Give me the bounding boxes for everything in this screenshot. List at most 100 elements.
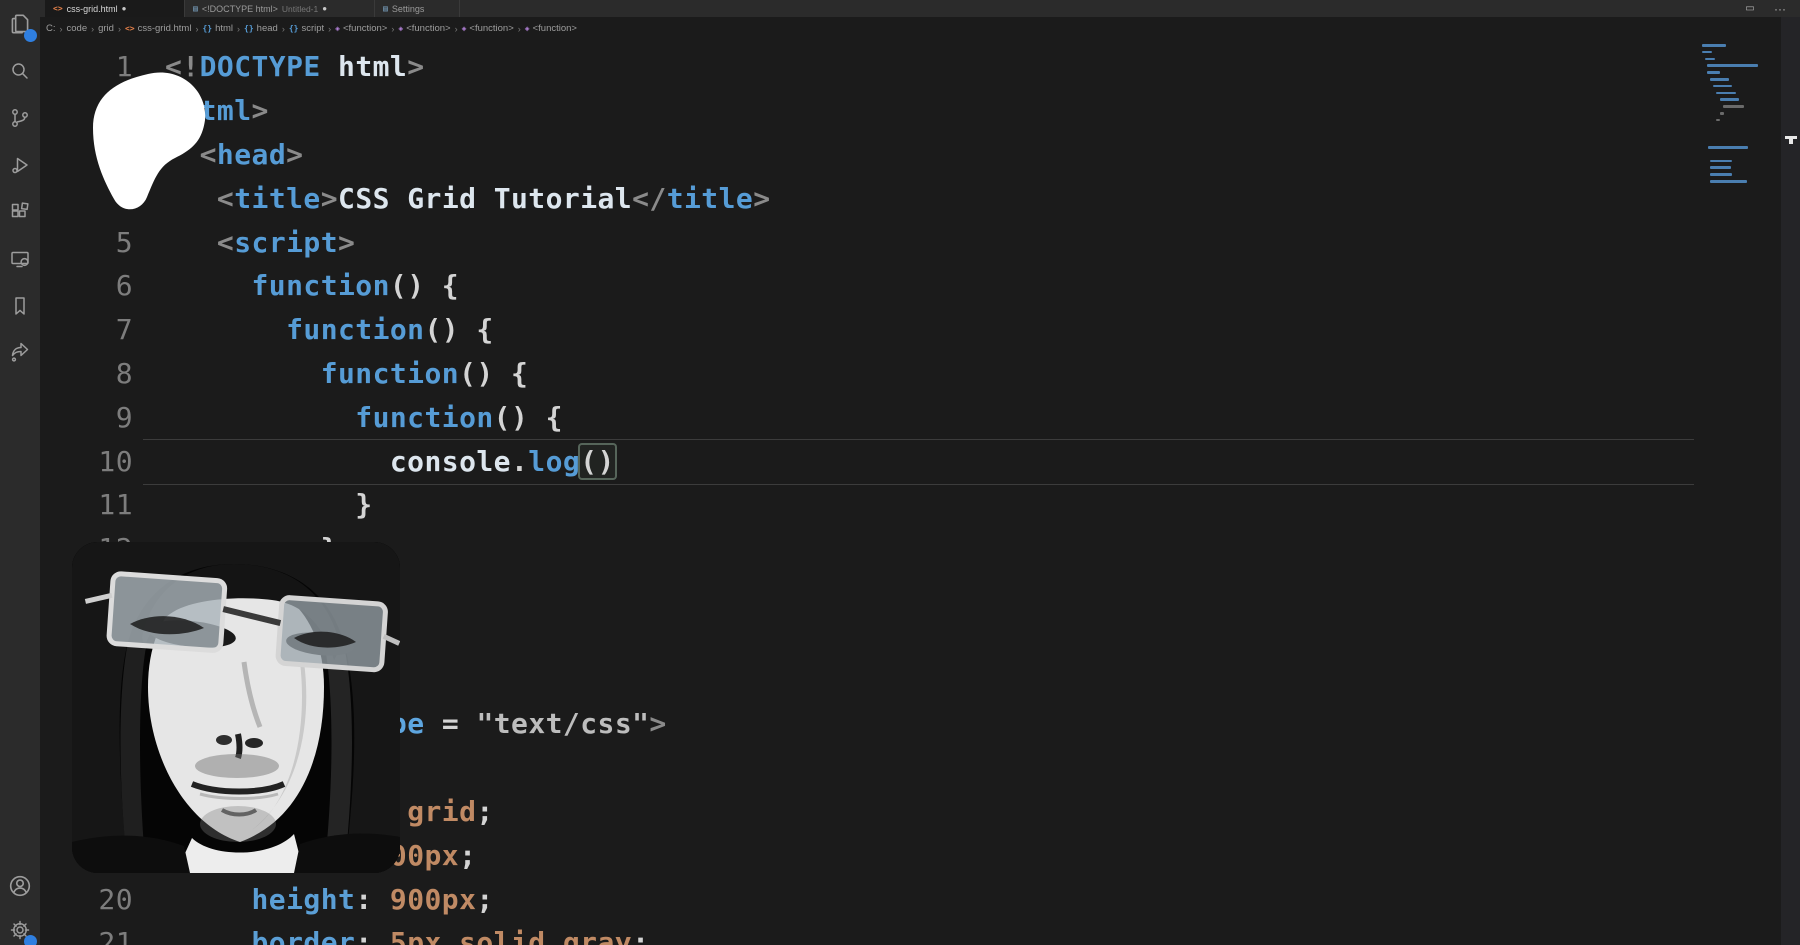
breadcrumb: C:›code›grid›<>css-grid.html›{}html›{}he… [46,17,1800,40]
line-number[interactable]: 6 [40,269,133,302]
modified-dot[interactable]: ● [122,4,127,13]
minimap-line-mark [1720,112,1724,115]
breadcrumb-item[interactable]: {}head [244,23,278,34]
code-line-3[interactable]: 3 <head> [40,133,1770,177]
code-line-4[interactable]: 4 <title>CSS Grid Tutorial</title> [40,176,1770,220]
account-icon[interactable] [0,866,40,906]
extensions-icon[interactable] [0,192,40,232]
breadcrumb-separator: › [518,24,521,34]
search-icon[interactable] [0,51,40,91]
split-editor-icon[interactable]: ▭ [1738,2,1762,15]
minimap-line-mark [1716,119,1720,122]
breadcrumb-item[interactable]: {}html [202,23,233,34]
minimap-line-mark [1713,85,1732,88]
file-file-icon: ▤ [193,4,198,13]
live-share-icon[interactable] [0,333,40,373]
minimap-line-mark [1716,92,1735,95]
line-number[interactable]: 20 [40,883,133,916]
breadcrumb-separator: › [195,24,198,34]
breadcrumb-label: script [301,23,324,34]
minimap-line-mark [1710,166,1731,169]
code-line-21[interactable]: 21 border: 5px solid gray; [40,921,1770,945]
line-number[interactable]: 11 [40,488,133,521]
breadcrumb-label: <function> [343,23,387,34]
breadcrumb-label: <function> [406,23,450,34]
line-content: function() { [165,313,494,346]
breadcrumb-label: <function> [533,23,577,34]
code-line-11[interactable]: 11 } [40,483,1770,527]
editor-tab-bar: <>css-grid.html●▤<!DOCTYPE html>Untitled… [40,0,1800,17]
line-content: height: 900px; [165,883,494,916]
breadcrumb-item[interactable]: ◈<function> [462,23,514,34]
code-line-5[interactable]: 5 <script> [40,220,1770,264]
line-number[interactable]: 10 [40,445,133,478]
code-line-9[interactable]: 9 function() { [40,395,1770,439]
remote-explorer-icon[interactable] [0,239,40,279]
overview-ruler-cursor-mark [1785,136,1797,139]
breadcrumb-separator: › [455,24,458,34]
breadcrumb-label: css-grid.html [138,23,192,34]
code-line-10[interactable]: 10 console.log() [40,439,1770,483]
matched-brackets: () [580,445,615,478]
tab-label: Settings [392,4,425,14]
tab-settings[interactable]: ▤Settings [375,0,460,17]
breadcrumb-symbol-icon: {} [202,24,212,33]
more-actions-icon[interactable]: ··· [1768,2,1792,15]
breadcrumb-symbol-icon: <> [125,24,135,33]
breadcrumb-item[interactable]: C: [46,23,56,34]
line-number[interactable]: 8 [40,357,133,390]
tab-label: css-grid.html [67,4,118,14]
code-line-20[interactable]: 20 height: 900px; [40,877,1770,921]
breadcrumb-symbol-icon: ◈ [525,24,530,33]
breadcrumb-item[interactable]: <>css-grid.html [125,23,191,34]
tab-label: <!DOCTYPE html> [202,4,278,14]
minimap-line-mark [1708,146,1748,149]
activity-bar [0,0,40,945]
breadcrumb-label: html [215,23,233,34]
minimap-line-mark [1710,160,1732,163]
code-line-6[interactable]: 6 function() { [40,264,1770,308]
minimap-line-mark [1707,71,1720,74]
tab--doctype-html-[interactable]: ▤<!DOCTYPE html>Untitled-1● [185,0,375,17]
line-content: } [165,488,373,521]
line-content: <script> [165,226,355,259]
line-content: function() { [165,357,528,390]
line-content: <title>CSS Grid Tutorial</title> [165,182,771,215]
line-number[interactable]: 9 [40,401,133,434]
line-content: function() { [165,269,459,302]
minimap-line-mark [1710,180,1747,183]
settings-gear-icon[interactable] [0,910,40,945]
source-control-icon[interactable] [0,98,40,138]
run-debug-icon[interactable] [0,145,40,185]
scrollbar[interactable] [1781,17,1800,945]
code-line-2[interactable]: 2<html> [40,89,1770,133]
breadcrumb-symbol-icon: {} [244,24,254,33]
webcam-overlay [72,542,400,873]
breadcrumb-item[interactable]: ◈<function> [525,23,577,34]
breadcrumb-separator: › [391,24,394,34]
explorer-icon[interactable] [0,4,40,44]
bookmarks-icon[interactable] [0,286,40,326]
breadcrumb-item[interactable]: ◈<function> [398,23,450,34]
minimap[interactable] [1700,40,1768,200]
line-number[interactable]: 5 [40,226,133,259]
code-line-8[interactable]: 8 function() { [40,352,1770,396]
modified-dot[interactable]: ● [322,4,327,13]
line-content: function() { [165,401,563,434]
breadcrumb-item[interactable]: code [67,23,88,34]
code-line-1[interactable]: 1<!DOCTYPE html> [40,45,1770,89]
minimap-line-mark [1720,98,1739,101]
breadcrumb-symbol-icon: ◈ [335,24,340,33]
breadcrumb-label: <function> [469,23,513,34]
breadcrumb-item[interactable]: ◈<function> [335,23,387,34]
breadcrumb-separator: › [118,24,121,34]
breadcrumb-item[interactable]: {}script [289,23,324,34]
breadcrumb-separator: › [282,24,285,34]
vscode-window: 1<!DOCTYPE html>2<html>3 <head>4 <title>… [0,0,1800,945]
breadcrumb-symbol-icon: ◈ [462,24,467,33]
tab-css-grid-html[interactable]: <>css-grid.html● [45,0,185,17]
breadcrumb-item[interactable]: grid [98,23,114,34]
line-number[interactable]: 7 [40,313,133,346]
line-number[interactable]: 21 [40,926,133,945]
code-line-7[interactable]: 7 function() { [40,308,1770,352]
